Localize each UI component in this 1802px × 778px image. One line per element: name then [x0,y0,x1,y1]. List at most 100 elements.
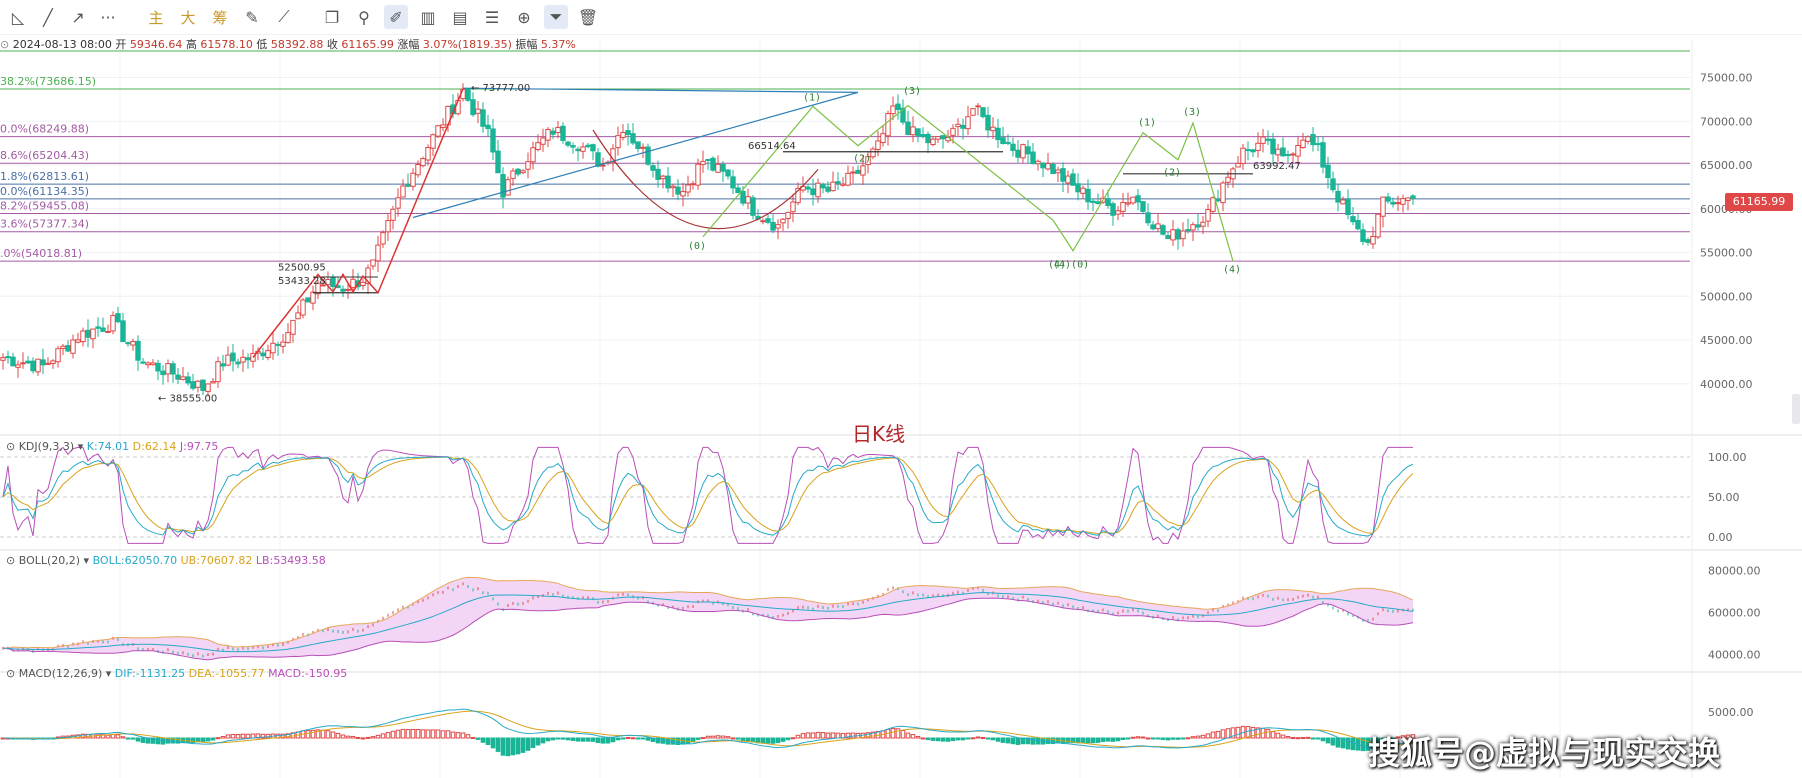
candle [1385,196,1391,202]
macd-hist-bar [110,734,116,739]
candle [1255,142,1261,152]
candle [580,146,586,152]
y-tick-label: 70000.00 [1700,115,1753,128]
eye-icon[interactable]: ⊙ [6,554,19,567]
candle [1350,216,1356,223]
candle [530,147,536,163]
candle [155,362,161,372]
candles [0,83,1416,397]
filter-icon[interactable]: ⏷ [544,5,568,29]
macd-hist-bar [730,737,736,740]
candle [1285,154,1291,157]
candle [340,288,346,292]
note-icon[interactable]: ☰ [480,5,504,29]
fib-label: .0%(54018.81) [0,247,82,260]
edit-icon[interactable]: ✎ [240,5,264,29]
main-indicator-button[interactable]: 主 [144,5,168,29]
kdj-name: KDJ(9,3,3) [18,440,75,453]
macd-hist-bar [990,737,996,741]
ray-icon[interactable]: ↗ [66,5,90,29]
y-tick-label: 40000.00 [1708,649,1761,662]
candle [965,116,971,130]
candle [815,182,821,198]
macd-legend[interactable]: ⊙ MACD(12,26,9) ▾ DIF:-1131.25 DEA:-1055… [6,667,347,680]
wave-label: (3) [1183,107,1201,118]
macd-hist-bar [120,736,126,739]
candle [95,326,101,329]
macd-hist-bar [835,732,841,739]
link-icon[interactable]: ⚲ [352,5,376,29]
candle [1345,198,1351,216]
candle [1180,230,1186,240]
macd-hist-bar [510,737,516,756]
candle [420,158,426,167]
candle [1220,182,1226,204]
candle [1060,168,1066,182]
candle [485,124,491,130]
candle [305,297,311,303]
candle [1305,136,1311,142]
macd-hist-bar [550,737,556,741]
macd-hist-bar [105,734,111,739]
candle [120,320,126,343]
candle [860,165,866,176]
candle [730,176,736,189]
macd-hist-bar [625,737,631,740]
macd-hist-bar [370,736,376,739]
trend-line-icon[interactable]: ╱ [36,5,60,29]
candle [895,103,901,110]
macd-hist-bar [385,732,391,739]
copy-icon[interactable]: ❐ [320,5,344,29]
macd-hist-bar [1135,736,1141,739]
candle [880,133,886,144]
draw-pen-icon[interactable]: ✐ [384,5,408,29]
macd-hist-bar [1030,737,1036,745]
clipboard-icon[interactable]: ▤ [448,5,472,29]
boll-legend[interactable]: ⊙ BOLL(20,2) ▾ BOLL:62050.70 UB:70607.82… [6,554,326,567]
candle [140,361,146,364]
candle [310,291,316,304]
panel-resize-handle[interactable] [1792,394,1800,424]
chart-canvas[interactable]: 75000.00 70000.00 65000.00 60000.00 55000.00… [0,0,1802,778]
candle [1365,239,1371,243]
macd-hist-bar [1185,737,1191,740]
macd-hist-bar [335,732,341,739]
candle [35,358,41,373]
candle [1400,198,1406,205]
macd-hist-bar [955,737,961,741]
macd-hist-bar [580,737,586,742]
chip-distribution-button[interactable]: 筹 [208,5,232,29]
macd-hist-bar [1005,737,1011,744]
candle [130,341,136,346]
candle [430,134,436,149]
large-order-button[interactable]: 大 [176,5,200,29]
eye-icon[interactable]: ⊙ [6,667,19,680]
candle [1360,229,1366,242]
candle [1370,235,1376,245]
macd-hist-bar [1080,737,1086,743]
fib-label: 3.6%(57377.34) [0,218,89,231]
macd-hist-bar [600,737,606,744]
macd-hist-bar [535,737,541,746]
macd-hist-bar [415,729,421,739]
line-segment-icon[interactable]: ◺ [6,5,30,29]
kdj-legend[interactable]: ⊙ KDJ(9,3,3) ▾ K:74.01 D:62.14 J:97.75 [6,440,218,453]
macd-hist-bar [985,737,991,740]
candlestick-icon[interactable]: ▥ [416,5,440,29]
candle [45,362,51,365]
macd-hist-bar [705,735,711,739]
trash-icon[interactable]: 🗑 [576,5,600,29]
candle [1160,225,1166,235]
eye-icon[interactable]: ⊙ [6,440,19,453]
macd-hist-bar [1020,737,1026,745]
more-icon[interactable]: ··· [96,5,120,29]
candle [190,381,196,389]
candle [115,313,121,323]
y-tick-label: 60000.00 [1708,607,1761,620]
price-annotation: 52500.95 [278,262,326,273]
pin-icon[interactable]: ⊕ [512,5,536,29]
candle [675,186,681,195]
ruler-icon[interactable]: ⟋ [272,5,296,29]
macd-hist-bar [920,737,926,740]
candle [1260,136,1266,144]
